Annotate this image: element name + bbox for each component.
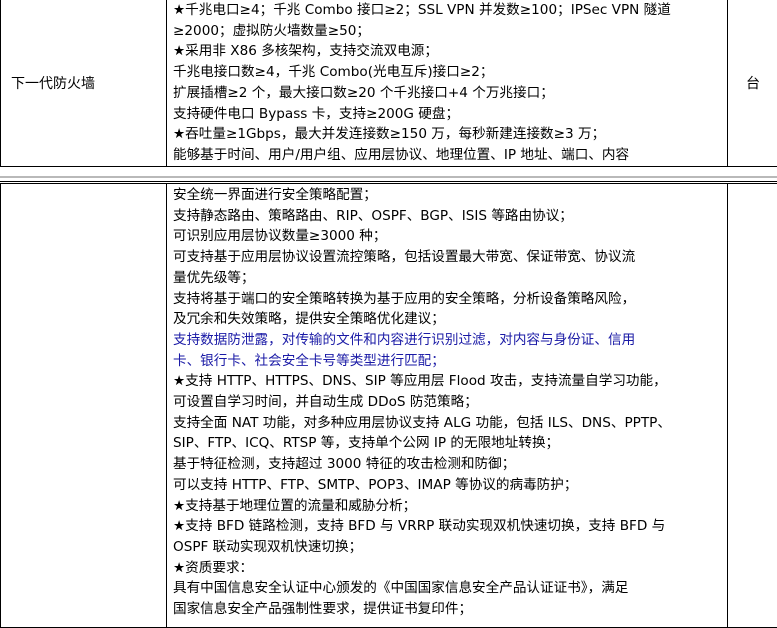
spec-line: 能够基于时间、用户/用户组、应用层协议、地理位置、IP 地址、端口、内容	[173, 145, 723, 166]
page-break-divider	[0, 176, 777, 178]
spec-line: ★支持 HTTP、HTTPS、DNS、SIP 等应用层 Flood 攻击，支持流…	[173, 371, 723, 392]
spec-cell: ★千兆电口≥4；千兆 Combo 接口≥2；SSL VPN 并发数≥100；IP…	[167, 0, 728, 167]
spec-line: OSPF 联动实现双机快速切换；	[173, 537, 723, 558]
spec-line: ★千兆电口≥4；千兆 Combo 接口≥2；SSL VPN 并发数≥100；IP…	[173, 0, 723, 21]
spec-cell: 安全统一界面进行安全策略配置； 支持静态路由、策略路由、RIP、OSPF、BGP…	[167, 184, 728, 628]
spec-line: 支持静态路由、策略路由、RIP、OSPF、BGP、ISIS 等路由协议；	[173, 206, 723, 227]
spec-line: 具有中国信息安全认证中心颁发的《中国国家信息安全产品认证证书》，满足	[173, 578, 723, 599]
spec-line: 可以支持 HTTP、FTP、SMTP、POP3、IMAP 等协议的病毒防护；	[173, 475, 723, 496]
spec-line: 可识别应用层协议数量≥3000 种；	[173, 226, 723, 247]
spec-line: 千兆电接口数≥4，千兆 Combo(光电互斥)接口≥2；	[173, 62, 723, 83]
spec-line-highlight: 支持数据防泄露，对传输的文件和内容进行识别过滤，对内容与身份证、信用	[173, 330, 723, 351]
spec-line: 扩展插槽≥2 个，最大接口数≥20 个千兆接口+4 个万兆接口；	[173, 83, 723, 104]
spec-line: 支持硬件电口 Bypass 卡，支持≥200G 硬盘；	[173, 104, 723, 125]
table-row: 下一代防火墙 ★千兆电口≥4；千兆 Combo 接口≥2；SSL VPN 并发数…	[1, 0, 777, 167]
spec-line: ★支持基于地理位置的流量和威胁分析；	[173, 496, 723, 517]
spec-line: 可设置自学习时间，并自动生成 DDoS 防范策略；	[173, 392, 723, 413]
spec-line: 及冗余和失效策略，提供安全策略优化建议；	[173, 309, 723, 330]
unit-cell	[728, 184, 777, 628]
spec-line: SIP、FTP、ICQ、RTSP 等，支持单个公网 IP 的无限地址转换；	[173, 433, 723, 454]
spec-lines: 安全统一界面进行安全策略配置； 支持静态路由、策略路由、RIP、OSPF、BGP…	[167, 184, 727, 620]
table-row: 安全统一界面进行安全策略配置； 支持静态路由、策略路由、RIP、OSPF、BGP…	[1, 184, 777, 628]
unit-label: 台	[728, 0, 777, 166]
spec-line-highlight: 卡、银行卡、社会安全卡号等类型进行匹配；	[173, 351, 723, 372]
spec-line: 量优先级等；	[173, 268, 723, 289]
spec-line: 安全统一界面进行安全策略配置；	[173, 185, 723, 206]
row-label: 下一代防火墙	[1, 0, 166, 166]
page-break-divider	[0, 181, 777, 182]
row-label-cell	[1, 184, 167, 628]
row-label-cell: 下一代防火墙	[1, 0, 167, 167]
spec-line: ★支持 BFD 链路检测，支持 BFD 与 VRRP 联动实现双机快速切换，支持…	[173, 516, 723, 537]
spec-line: ★吞吐量≥1Gbps，最大并发连接数≥150 万，每秒新建连接数≥3 万；	[173, 124, 723, 145]
spec-line: 支持全面 NAT 功能，对多种应用层协议支持 ALG 功能，包括 ILS、DNS…	[173, 413, 723, 434]
unit-cell: 台	[728, 0, 777, 167]
spec-table-top: 下一代防火墙 ★千兆电口≥4；千兆 Combo 接口≥2；SSL VPN 并发数…	[0, 0, 777, 167]
spec-line: 国家信息安全产品强制性要求，提供证书复印件；	[173, 599, 723, 620]
spec-line: ★资质要求：	[173, 558, 723, 579]
spec-line: ★采用非 X86 多核架构，支持交流双电源；	[173, 41, 723, 62]
spec-line: 可支持基于应用层协议设置流控策略，包括设置最大带宽、保证带宽、协议流	[173, 247, 723, 268]
spec-line: ≥2000；虚拟防火墙数量≥50；	[173, 21, 723, 42]
spec-line: 支持将基于端口的安全策略转换为基于应用的安全策略，分析设备策略风险，	[173, 289, 723, 310]
spec-lines: ★千兆电口≥4；千兆 Combo 接口≥2；SSL VPN 并发数≥100；IP…	[167, 0, 727, 166]
spec-line: 基于特征检测，支持超过 3000 特征的攻击检测和防御；	[173, 454, 723, 475]
spec-table-bottom: 安全统一界面进行安全策略配置； 支持静态路由、策略路由、RIP、OSPF、BGP…	[0, 183, 777, 628]
